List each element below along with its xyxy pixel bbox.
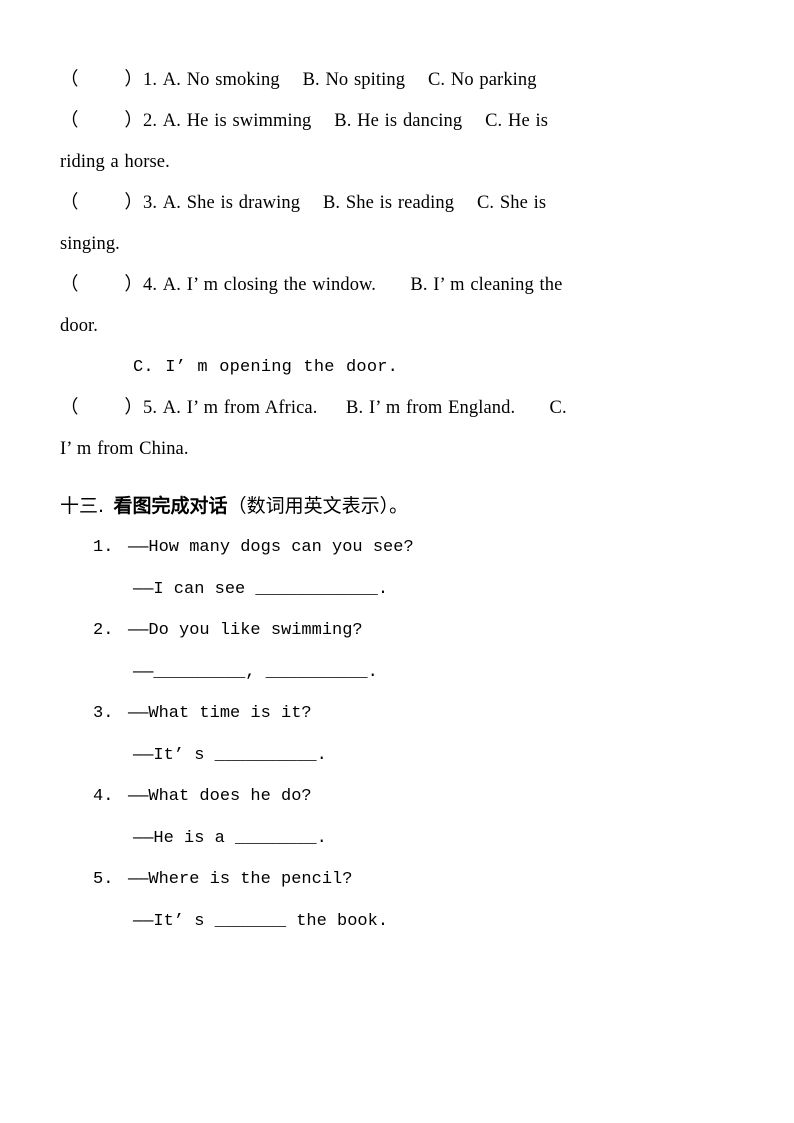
dialogue-item: 4. ——What does he do? ——He is a ________. [60,776,736,859]
dialogue-item: 1. ——How many dogs can you see? ——I can s… [60,527,736,610]
dialogue-question-text: ——What time is it? [128,704,312,723]
dialogue-answer-line[interactable]: ——_________, __________. [60,652,736,694]
dialogue-item: 3. ——What time is it? ——It’ s __________. [60,693,736,776]
mc-question-3-line: （ ）3. A. She is drawing B. She is readin… [60,193,547,213]
section-thirteen-title: 看图完成对话 [113,495,228,517]
dialogue-number: 1. [93,538,114,557]
dialogue-number: 2. [93,621,114,640]
mc-question-3-wrap: singing. [60,234,120,254]
dialogue-question-line: 2. ——Do you like swimming? [60,610,736,652]
multiple-choice-block: （ ）1. A. No smoking B. No spiting C. No … [60,60,736,470]
mc-question-2-wrap: riding a horse. [60,152,170,172]
dialogue-answer-line[interactable]: ——It’ s _______ the book. [60,901,736,943]
dialogue-item: 5. ——Where is the pencil? ——It’ s _______… [60,859,736,942]
section-thirteen-heading: 十三. 看图完成对话（数词用英文表示）。 [60,486,736,527]
dialogue-question-line: 3. ——What time is it? [60,693,736,735]
section-thirteen-number: 十三. [60,495,105,517]
dialogue-answer-line[interactable]: ——He is a ________. [60,818,736,860]
dialogue-question-line: 1. ——How many dogs can you see? [60,527,736,569]
dialogue-answer-line[interactable]: ——I can see ____________. [60,569,736,611]
dialogue-question-text: ——Where is the pencil? [128,870,353,889]
dialogue-question-line: 5. ——Where is the pencil? [60,859,736,901]
dialogue-item: 2. ——Do you like swimming? ——_________, _… [60,610,736,693]
dialogue-list: 1. ——How many dogs can you see? ——I can s… [60,527,736,942]
mc-question-2-line: （ ）2. A. He is swimming B. He is dancing… [60,111,549,131]
dialogue-answer-line[interactable]: ——It’ s __________. [60,735,736,777]
section-thirteen-note: （数词用英文表示）。 [227,495,409,517]
dialogue-question-text: ——Do you like swimming? [128,621,363,640]
dialogue-number: 4. [93,787,114,806]
dialogue-question-line: 4. ——What does he do? [60,776,736,818]
dialogue-question-text: ——What does he do? [128,787,312,806]
dialogue-question-text: ——How many dogs can you see? [128,538,414,557]
mc-question-4-option-c: C. I’ m opening the door. [133,358,399,377]
dialogue-number: 3. [93,704,114,723]
dialogue-number: 5. [93,870,114,889]
worksheet-page: （ ）1. A. No smoking B. No spiting C. No … [0,0,794,1123]
mc-question-4-line: （ ）4. A. I’ m closing the window. B. I’ … [60,275,563,295]
mc-question-4-wrap: door. [60,316,99,336]
mc-question-5-wrap: I’ m from China. [60,439,189,459]
mc-question-5-line: （ ）5. A. I’ m from Africa. B. I’ m from … [60,398,567,418]
mc-question-1-line: （ ）1. A. No smoking B. No spiting C. No … [60,70,537,90]
